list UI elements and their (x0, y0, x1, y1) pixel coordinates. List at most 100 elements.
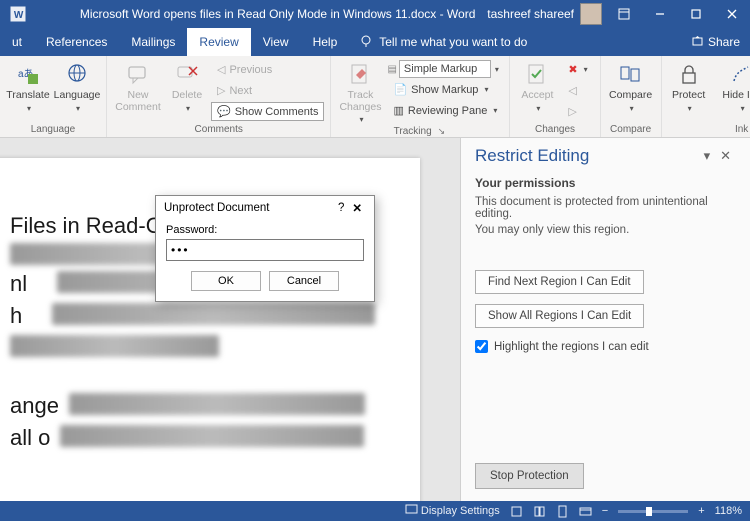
display-settings-icon (405, 503, 418, 519)
highlight-label: Highlight the regions I can edit (494, 341, 649, 353)
tab-help[interactable]: Help (301, 28, 350, 56)
new-comment-button[interactable]: New Comment (113, 60, 163, 113)
markup-select-value: Simple Markup (404, 63, 477, 75)
user-avatar[interactable] (580, 3, 602, 25)
zoom-level[interactable]: 118% (715, 505, 742, 517)
translate-icon: aあ (15, 62, 41, 88)
comment-icon (125, 62, 151, 88)
unprotect-dialog: Unprotect Document ? ✕ Password: OK Canc… (155, 195, 375, 302)
share-icon (691, 34, 704, 50)
maximize-button[interactable] (678, 0, 714, 28)
blurred-text (10, 335, 219, 357)
share-label: Share (708, 35, 740, 49)
pane-dropdown[interactable]: ▾ (699, 148, 716, 164)
tab-review[interactable]: Review (187, 28, 250, 56)
chevron-down-icon[interactable]: ▾ (495, 65, 499, 74)
next-icon: ▷ (568, 105, 576, 118)
previous-icon: ◁ (568, 84, 576, 97)
ok-button[interactable]: OK (191, 271, 261, 291)
doc-text: nl (10, 271, 27, 299)
permissions-line1: This document is protected from unintent… (475, 196, 736, 220)
title-bar: W Microsoft Word opens files in Read Onl… (0, 0, 750, 28)
language-button[interactable]: Language ▾ (54, 60, 100, 113)
previous-comment-button[interactable]: ◁Previous (211, 60, 324, 79)
svg-text:W: W (14, 10, 24, 21)
read-mode-button[interactable] (533, 505, 546, 518)
highlight-checkbox[interactable] (475, 340, 488, 353)
ribbon-display-options[interactable] (606, 0, 642, 28)
dialog-close[interactable]: ✕ (348, 201, 366, 215)
blurred-text (69, 393, 365, 415)
document-area[interactable]: Files in Read-Onl0 nl h ange all o (0, 138, 460, 501)
translate-button[interactable]: aあ Translate ▾ (6, 60, 50, 113)
group-tracking: Track Changes ▾ ▤ Simple Markup ▾ 📄Show … (331, 56, 510, 137)
group-ink: Hide Ink ▾ Ink (716, 56, 750, 137)
show-comments-icon: 💬 (217, 105, 231, 118)
share-button[interactable]: Share (681, 28, 750, 56)
doc-text: h (10, 303, 22, 331)
markup-select[interactable]: Simple Markup (399, 60, 491, 78)
chevron-down-icon: ▾ (359, 115, 363, 124)
previous-change-button[interactable]: ◁ (562, 81, 593, 100)
track-changes-button[interactable]: Track Changes ▾ (337, 60, 383, 124)
tab-view[interactable]: View (251, 28, 301, 56)
show-comments-label: Show Comments (235, 106, 319, 118)
zoom-in-button[interactable]: + (698, 505, 704, 517)
reject-button[interactable]: ✖▾ (562, 60, 593, 79)
lock-icon (676, 62, 702, 88)
tab-references[interactable]: References (34, 28, 119, 56)
password-input[interactable] (166, 239, 364, 261)
accept-icon (524, 62, 550, 88)
web-layout-button[interactable] (579, 505, 592, 518)
reviewing-pane-button[interactable]: ▥ Reviewing Pane ▾ (387, 101, 503, 120)
blurred-text (60, 425, 364, 447)
chevron-down-icon: ▾ (186, 104, 190, 113)
show-markup-button[interactable]: 📄Show Markup▾ (387, 80, 503, 99)
print-layout-button[interactable] (556, 505, 569, 518)
tracking-group-label: Tracking (394, 126, 432, 137)
chevron-down-icon: ▾ (484, 85, 488, 94)
next-comment-button[interactable]: ▷Next (211, 81, 324, 100)
show-comments-button[interactable]: 💬 Show Comments (211, 102, 324, 121)
protect-button[interactable]: Protect ▾ (668, 60, 710, 113)
stop-protection-button[interactable]: Stop Protection (475, 463, 584, 489)
next-change-button[interactable]: ▷ (562, 102, 593, 121)
next-icon: ▷ (217, 84, 225, 97)
compare-group-label: Compare (607, 124, 655, 135)
reviewing-pane-icon: ▥ (393, 104, 403, 117)
group-protect: Protect ▾ (662, 56, 716, 137)
show-all-regions-button[interactable]: Show All Regions I Can Edit (475, 304, 644, 328)
ribbon: aあ Translate ▾ Language ▾ Language New C… (0, 56, 750, 138)
chevron-down-icon: ▾ (630, 104, 634, 113)
pane-close[interactable]: ✕ (715, 148, 736, 164)
tab-mailings[interactable]: Mailings (119, 28, 187, 56)
highlight-checkbox-label[interactable]: Highlight the regions I can edit (475, 340, 736, 353)
display-settings-button[interactable]: Display Settings (405, 503, 500, 519)
user-area[interactable]: tashreef shareef (487, 3, 606, 25)
show-markup-icon: 📄 (393, 83, 407, 96)
hide-ink-button[interactable]: Hide Ink ▾ (722, 60, 750, 113)
minimize-button[interactable] (642, 0, 678, 28)
new-comment-label: New Comment (113, 90, 163, 113)
tab-layout-partial[interactable]: ut (0, 28, 34, 56)
tracking-dialog-launcher[interactable]: ↘ (436, 126, 448, 137)
ink-group-label: Ink (722, 124, 750, 135)
chevron-down-icon: ▾ (493, 106, 497, 115)
zoom-slider[interactable] (618, 510, 688, 513)
close-button[interactable] (714, 0, 750, 28)
compare-button[interactable]: Compare ▾ (607, 60, 655, 113)
focus-mode-button[interactable] (510, 505, 523, 518)
cancel-button[interactable]: Cancel (269, 271, 339, 291)
zoom-thumb[interactable] (646, 507, 652, 516)
chevron-down-icon: ▾ (688, 104, 692, 113)
accept-button[interactable]: Accept ▾ (516, 60, 558, 113)
markup-picker-icon: ▤ (387, 64, 396, 75)
delete-comment-button[interactable]: Delete ▾ (167, 60, 207, 113)
dialog-help[interactable]: ? (334, 202, 348, 214)
previous-icon: ◁ (217, 63, 225, 76)
zoom-out-button[interactable]: − (602, 505, 608, 517)
reviewing-pane-label: Reviewing Pane (408, 105, 488, 117)
chevron-down-icon: ▾ (27, 104, 31, 113)
find-next-region-button[interactable]: Find Next Region I Can Edit (475, 270, 644, 294)
tell-me[interactable]: Tell me what you want to do (349, 28, 537, 56)
